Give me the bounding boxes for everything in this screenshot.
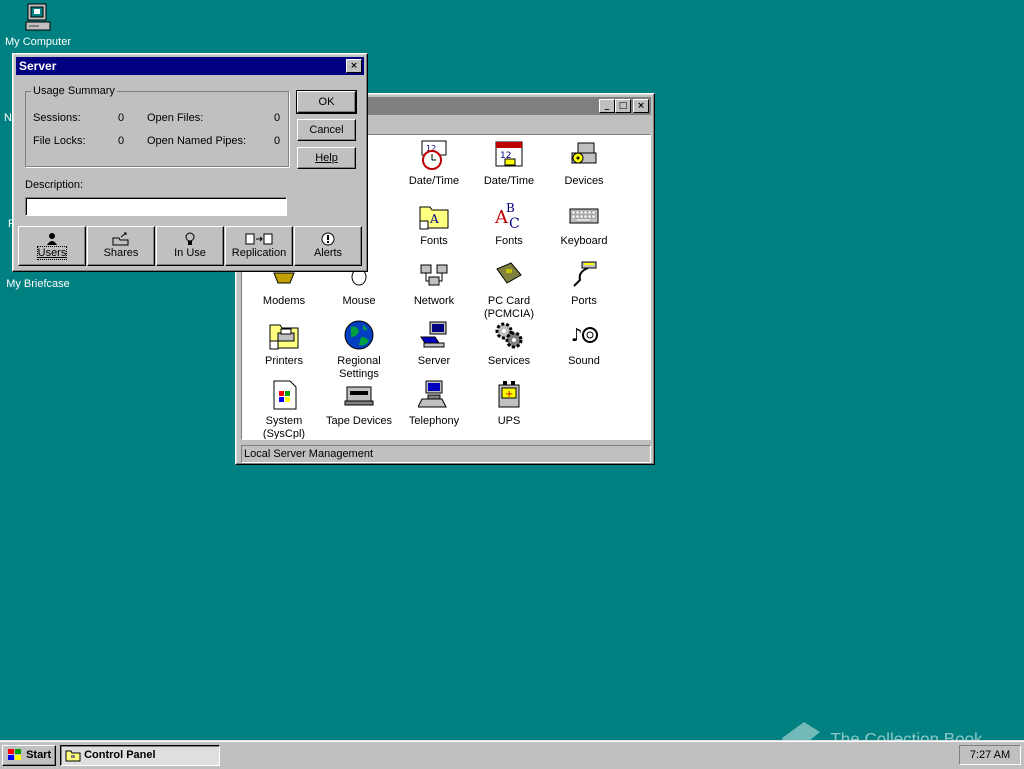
cp-item-system[interactable]: System (SysCpl): [247, 379, 321, 439]
taskbar: Start Control Panel 7:27 AM: [0, 740, 1024, 769]
taskbar-clock[interactable]: 7:27 AM: [959, 745, 1021, 765]
tape-icon: [344, 386, 374, 406]
named-pipes-value: 0: [274, 135, 281, 147]
server-icon: [420, 321, 447, 348]
named-pipes-label: Open Named Pipes:: [147, 135, 247, 147]
shares-button[interactable]: Shares: [87, 226, 155, 266]
calendar-icon: 12: [495, 141, 523, 167]
cp-item-server[interactable]: Server: [397, 319, 471, 368]
svg-text:+: +: [505, 389, 513, 400]
cp-item-date-time[interactable]: 12 Date/Time: [397, 139, 471, 188]
services-gears-icon: [495, 322, 523, 349]
close-button[interactable]: ×: [633, 99, 649, 113]
file-locks-label: File Locks:: [33, 135, 86, 147]
cp-item-printers[interactable]: Printers: [247, 319, 321, 368]
status-bar: Local Server Management: [241, 445, 651, 463]
fonts-abc-icon: A B C: [494, 201, 520, 231]
computer-icon: [25, 3, 51, 31]
cp-item-ups[interactable]: + UPS: [472, 379, 546, 428]
cp-item-services[interactable]: Services: [472, 319, 546, 368]
shares-icon: [112, 232, 129, 246]
alerts-button[interactable]: Alerts: [294, 226, 362, 266]
cp-item-ports[interactable]: Ports: [547, 259, 621, 308]
in-use-icon: [185, 232, 195, 245]
globe-icon: [344, 320, 374, 350]
help-button[interactable]: Help: [297, 147, 356, 169]
network-icon: [420, 264, 448, 286]
svg-text:B: B: [506, 201, 515, 215]
replication-icon: [245, 233, 273, 245]
desktop-icon-label: My Briefcase: [6, 278, 70, 290]
cp-item-date-time-2[interactable]: 12 Date/Time: [472, 139, 546, 188]
cp-item-sound[interactable]: ♪ Sound: [547, 319, 621, 368]
server-dialog[interactable]: Server × Usage Summary Sessions: 0 Open …: [12, 53, 368, 272]
users-button[interactable]: Users: [18, 226, 86, 266]
system-icon: [273, 380, 297, 410]
devices-icon: [571, 142, 597, 164]
sessions-value: 0: [118, 112, 125, 124]
minimize-button[interactable]: _: [599, 99, 615, 113]
keyboard-icon: [569, 208, 599, 224]
maximize-button[interactable]: □: [615, 99, 631, 113]
cp-item-fonts[interactable]: A Fonts: [397, 199, 471, 248]
description-label: Description:: [25, 179, 84, 191]
description-input[interactable]: [25, 197, 287, 216]
server-dialog-titlebar[interactable]: Server ×: [16, 57, 364, 75]
windows-logo-icon: [8, 749, 21, 761]
cp-item-keyboard[interactable]: Keyboard: [547, 199, 621, 248]
svg-text:C: C: [509, 216, 520, 231]
svg-text:♪: ♪: [571, 325, 583, 346]
open-files-value: 0: [274, 112, 281, 124]
ok-button[interactable]: OK: [297, 91, 356, 113]
in-use-button[interactable]: In Use: [156, 226, 224, 266]
cp-item-network[interactable]: Network: [397, 259, 471, 308]
cancel-button[interactable]: Cancel: [297, 119, 356, 141]
pc-card-icon: [496, 262, 522, 284]
sound-icon: ♪: [571, 325, 598, 346]
printer-folder-icon: [269, 324, 299, 350]
dialog-title: Server: [19, 59, 57, 73]
cp-item-tape-devices[interactable]: Tape Devices: [322, 379, 396, 428]
desktop-icon-my-computer[interactable]: My Computer: [0, 2, 76, 48]
group-label: Usage Summary: [31, 85, 117, 97]
cp-item-telephony[interactable]: Telephony: [397, 379, 471, 428]
cp-item-fonts-2[interactable]: A B C Fonts: [472, 199, 546, 248]
close-button[interactable]: ×: [346, 59, 362, 73]
open-files-label: Open Files:: [147, 112, 204, 124]
replication-button[interactable]: Replication: [225, 226, 293, 266]
control-panel-folder-icon: [65, 750, 81, 762]
clock-icon: 12: [421, 140, 447, 170]
file-locks-value: 0: [118, 135, 125, 147]
cp-item-regional-settings[interactable]: Regional Settings: [322, 319, 396, 381]
cp-item-devices[interactable]: Devices: [547, 139, 621, 188]
alerts-icon: [321, 232, 335, 246]
users-icon: [47, 233, 57, 245]
ports-icon: [573, 261, 597, 287]
usage-summary-group: [25, 91, 289, 167]
taskbar-item-control-panel[interactable]: Control Panel: [60, 745, 220, 766]
fonts-folder-icon: A: [419, 206, 449, 230]
sessions-label: Sessions:: [33, 112, 81, 124]
desktop-icon-my-briefcase[interactable]: My Briefcase: [0, 278, 76, 290]
svg-text:A: A: [429, 212, 439, 226]
cp-item-pc-card[interactable]: PC Card (PCMCIA): [472, 259, 546, 321]
ups-battery-icon: +: [498, 381, 520, 408]
telephony-icon: [418, 380, 447, 408]
start-button[interactable]: Start: [2, 745, 56, 766]
desktop-icon-partial[interactable]: N: [4, 112, 12, 124]
desktop-icon-label: My Computer: [4, 36, 72, 48]
